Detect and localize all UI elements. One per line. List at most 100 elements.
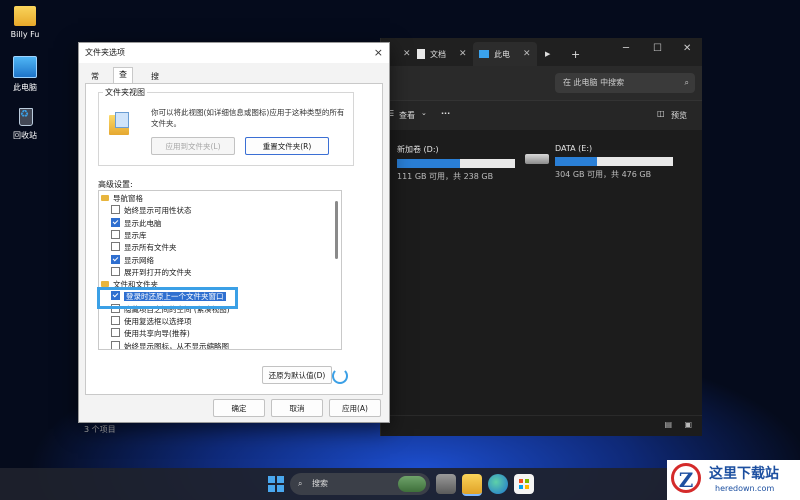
close-icon[interactable]: × xyxy=(374,43,383,63)
file-explorer-window: ✕ 文档 ✕ 此电 ✕ ▶ + ─ ☐ ✕ 在 此电脑 中搜索 ⌕ ☰ 查看 ⌄… xyxy=(380,38,702,436)
minimize-icon[interactable]: ─ xyxy=(623,43,629,54)
explorer-content: 新加卷 (D:) 111 GB 可用，共 238 GB DATA (E:) 30… xyxy=(381,130,702,416)
drive-usage-fill xyxy=(555,157,598,166)
checkbox[interactable] xyxy=(111,328,120,338)
more-options-button[interactable]: ··· xyxy=(441,109,450,118)
folder-view-icon xyxy=(109,112,129,135)
settings-checkbox-row[interactable]: 始终显示可用性状态 xyxy=(111,205,192,217)
watermark-emblem: Z xyxy=(671,463,701,493)
start-icon[interactable] xyxy=(266,474,286,494)
settings-item-label: 显示所有文件夹 xyxy=(124,243,177,253)
drive-free-text: 304 GB 可用，共 476 GB xyxy=(555,170,652,179)
play-icon: ▶ xyxy=(545,50,551,58)
scrollbar-thumb[interactable] xyxy=(335,201,338,259)
recycle-bin-icon xyxy=(14,106,36,126)
checkbox[interactable] xyxy=(111,266,120,276)
scrollbar[interactable] xyxy=(335,195,339,345)
view-button[interactable]: 查看 xyxy=(399,110,415,121)
chevron-down-icon: ⌄ xyxy=(421,109,427,117)
drive-d[interactable]: 新加卷 (D:) 111 GB 可用，共 238 GB xyxy=(397,144,515,182)
this-pc-icon xyxy=(13,56,37,78)
checkbox[interactable] xyxy=(111,340,120,349)
tab-scroll-right[interactable]: ▶ xyxy=(539,42,556,66)
tab-documents[interactable]: 文档 ✕ xyxy=(411,42,473,66)
drive-e[interactable]: DATA (E:) 304 GB 可用，共 476 GB xyxy=(555,144,673,180)
preview-pane-icon: ◫ xyxy=(657,109,665,118)
desktop-icon-label: 此电脑 xyxy=(13,83,37,92)
settings-checkbox-row[interactable]: 使用复选框以选择项 xyxy=(111,316,192,328)
close-icon[interactable]: ✕ xyxy=(403,49,411,59)
settings-checkbox-row[interactable]: 展开到打开的文件夹 xyxy=(111,266,192,279)
settings-item-label: 展开到打开的文件夹 xyxy=(124,267,192,277)
maximize-icon[interactable]: ☐ xyxy=(653,43,662,54)
search-placeholder: 在 此电脑 中搜索 xyxy=(563,78,625,87)
settings-item-label: 使用共享向导(推荐) xyxy=(124,329,190,339)
settings-checkbox-row[interactable]: 显示此电脑 xyxy=(111,217,162,230)
tab-label: 此电 xyxy=(494,49,510,59)
explorer-toolbar: ☰ 查看 ⌄ ··· ◫ 预览 xyxy=(381,100,702,131)
apply-button[interactable]: 应用(A) xyxy=(329,399,381,417)
reset-folders-button[interactable]: 重置文件夹(R) xyxy=(245,137,329,155)
close-icon[interactable]: ✕ xyxy=(683,43,691,54)
explorer-status-bar: ▤ ▣ xyxy=(381,415,702,436)
preview-button[interactable]: 预览 xyxy=(671,110,687,121)
restore-defaults-button[interactable]: 还原为默认值(D) xyxy=(262,366,332,384)
search-input[interactable]: 在 此电脑 中搜索 ⌕ xyxy=(555,73,695,93)
watermark-url: heredown.com xyxy=(715,484,775,493)
cancel-button[interactable]: 取消 xyxy=(271,399,323,417)
ok-button[interactable]: 确定 xyxy=(213,399,265,417)
settings-checkbox-row[interactable]: 使用共享向导(推荐) xyxy=(111,328,190,340)
checkbox[interactable] xyxy=(111,242,120,252)
dialog-title: 文件夹选项 xyxy=(85,48,125,57)
drive-usage-bar xyxy=(397,159,515,168)
folder-icon xyxy=(14,6,36,26)
drive-free-text: 111 GB 可用，共 238 GB xyxy=(397,172,494,181)
close-icon[interactable]: ✕ xyxy=(459,49,467,59)
status-item-count: 3 个项目 xyxy=(84,425,116,434)
close-icon[interactable]: ✕ xyxy=(523,49,531,59)
details-view-icon[interactable]: ▤ xyxy=(664,420,672,429)
file-explorer-icon[interactable] xyxy=(462,474,482,496)
busy-cursor-icon xyxy=(332,368,348,384)
folder-view-group: 文件夹视图 你可以将此视图(如详细信息或图标)应用于这种类型的所有文件夹。 应用… xyxy=(98,87,354,166)
advanced-settings-label: 高级设置: xyxy=(98,180,133,189)
new-tab-button[interactable]: + xyxy=(565,42,586,66)
desktop-icon-recycle-bin[interactable]: 回收站 xyxy=(0,106,50,141)
highlight-annotation xyxy=(97,287,238,309)
apply-to-folders-button[interactable]: 应用到文件夹(L) xyxy=(151,137,235,155)
tiles-view-icon[interactable]: ▣ xyxy=(684,420,692,429)
settings-item-label: 使用复选框以选择项 xyxy=(124,317,192,326)
checkbox[interactable] xyxy=(111,205,120,215)
group-label: 文件夹视图 xyxy=(103,87,147,98)
drive-name: DATA (E:) xyxy=(555,144,593,153)
task-view-icon[interactable] xyxy=(436,474,456,494)
explorer-tab-bar: ✕ 文档 ✕ 此电 ✕ ▶ + ─ ☐ ✕ xyxy=(381,38,702,66)
folder-view-description: 你可以将此视图(如详细信息或图标)应用于这种类型的所有文件夹。 xyxy=(151,108,345,128)
checkbox[interactable] xyxy=(111,217,120,227)
folder-options-dialog: 文件夹选项 × 常规 查看 搜索 文件夹视图 你可以将此视图(如详细信息或图标)… xyxy=(78,42,390,423)
settings-checkbox-row[interactable]: 始终显示图标，从不显示缩略图 xyxy=(111,340,229,349)
hard-drive-icon xyxy=(525,154,549,164)
desktop-icon-billy-fu[interactable]: Billy Fu xyxy=(0,6,50,39)
edge-browser-icon[interactable] xyxy=(488,474,508,494)
document-icon xyxy=(417,49,425,59)
desktop-icon-label: 回收站 xyxy=(13,131,37,140)
folder-icon xyxy=(101,195,109,201)
tab-label: 文档 xyxy=(430,49,446,59)
checkbox[interactable] xyxy=(111,254,120,264)
drive-usage-fill xyxy=(397,159,460,168)
desktop-icon-this-pc[interactable]: 此电脑 xyxy=(0,56,50,93)
settings-item-label: 导航窗格 xyxy=(113,194,143,203)
settings-checkbox-row[interactable]: 显示网络 xyxy=(111,254,154,267)
taskbar-search[interactable]: ⌕ 搜索 xyxy=(290,473,430,495)
advanced-settings-list[interactable]: 导航窗格始终显示可用性状态 显示此电脑 显示库 显示所有文件夹 显示网络 展开到打开的文件… xyxy=(98,190,342,350)
tab-view[interactable]: 查看 xyxy=(113,67,133,93)
checkbox[interactable] xyxy=(111,316,120,325)
store-icon[interactable] xyxy=(514,474,534,494)
settings-checkbox-row[interactable]: 显示库 xyxy=(111,229,147,242)
tab-this-pc[interactable]: 此电 ✕ xyxy=(473,42,537,66)
checkbox[interactable] xyxy=(111,229,120,239)
settings-category: 导航窗格 xyxy=(101,193,143,205)
drive-name: 新加卷 (D:) xyxy=(397,145,439,154)
settings-checkbox-row[interactable]: 显示所有文件夹 xyxy=(111,242,177,254)
